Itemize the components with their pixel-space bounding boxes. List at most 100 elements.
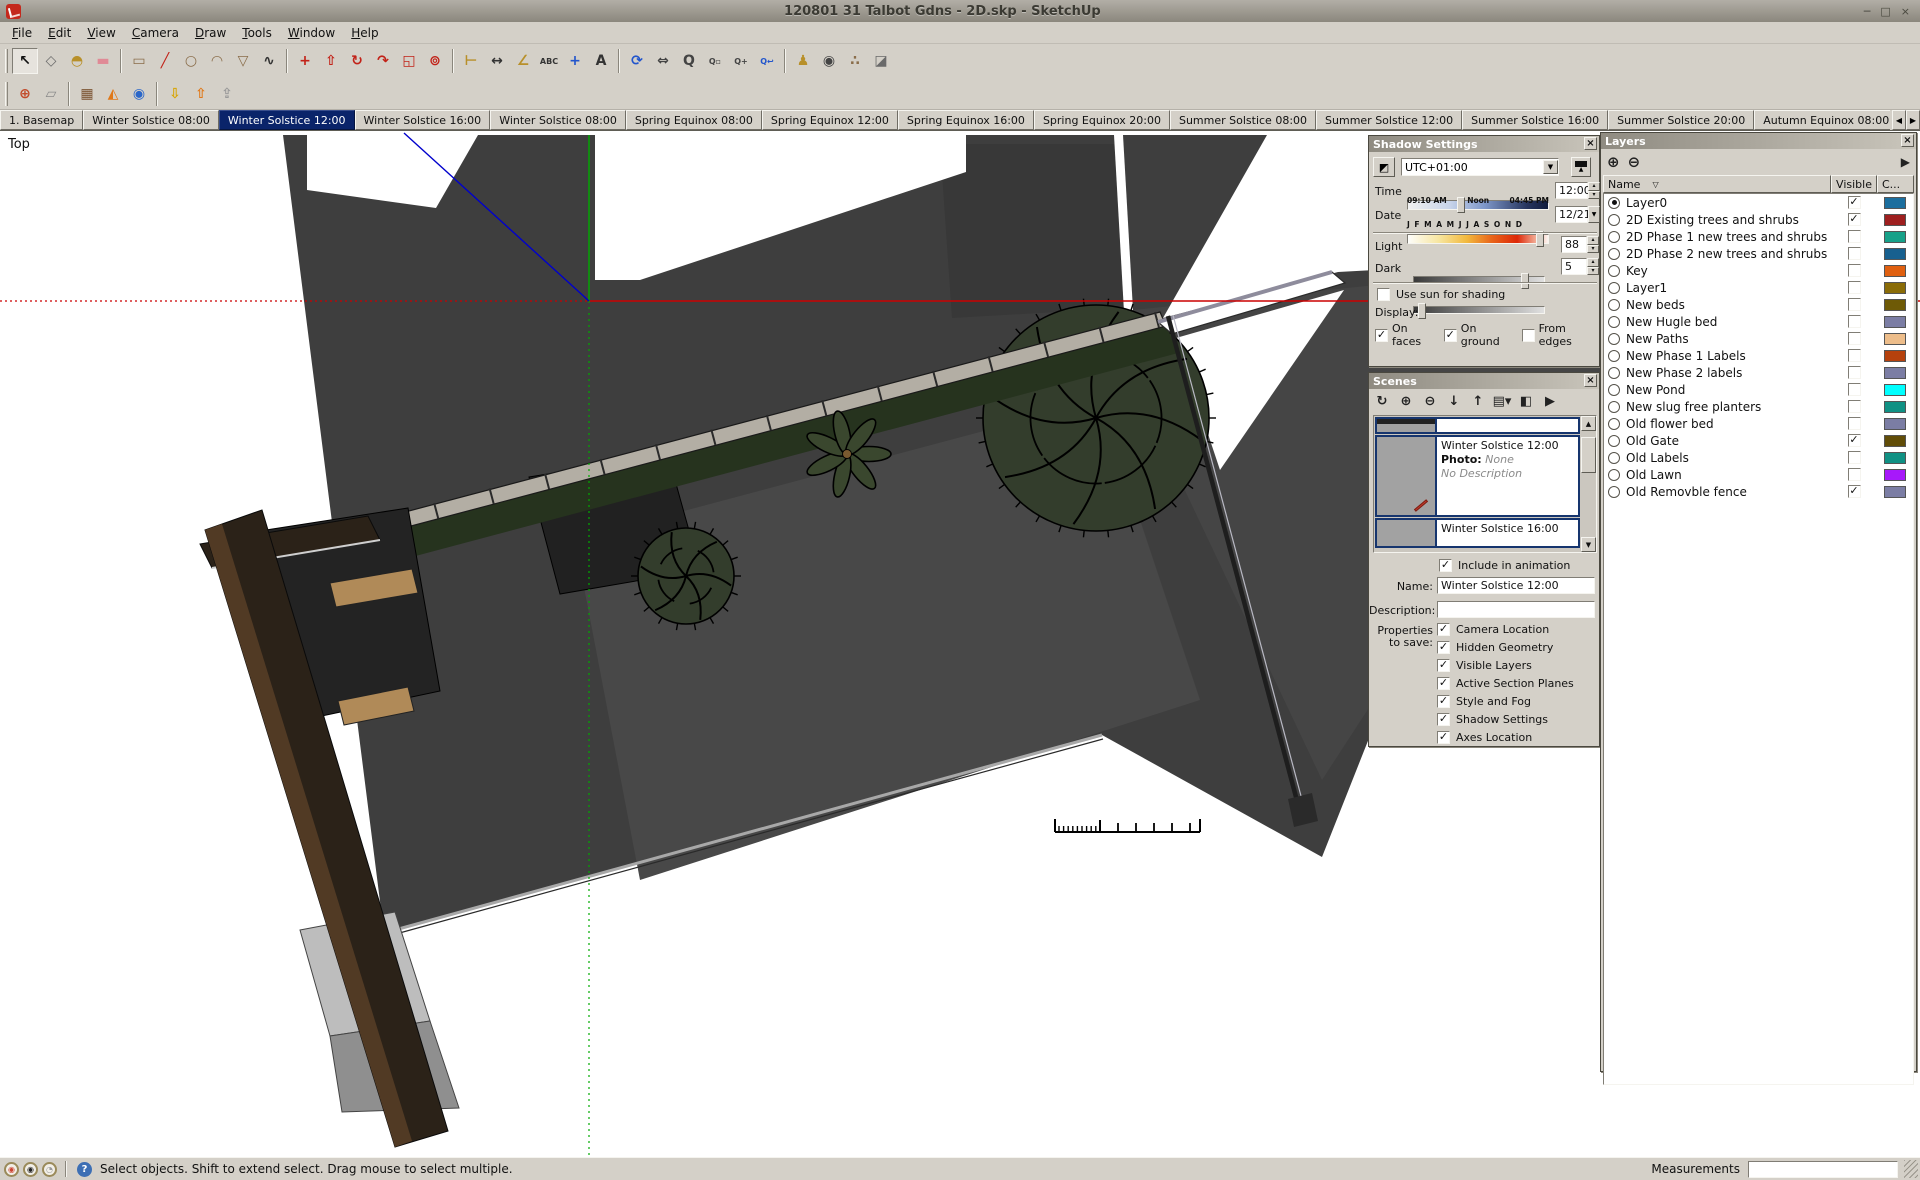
menu-item[interactable]: Draw <box>187 24 234 42</box>
layer-current-radio[interactable] <box>1608 435 1620 447</box>
north-arrow-icon[interactable]: ◉ <box>23 1162 38 1177</box>
layer-current-radio[interactable] <box>1608 367 1620 379</box>
close-icon[interactable]: × <box>1584 137 1597 150</box>
layer-visible-checkbox[interactable] <box>1848 434 1861 447</box>
scenes-titlebar[interactable]: Scenes × <box>1369 373 1599 389</box>
layer-row[interactable]: Old Labels <box>1604 449 1913 466</box>
toggle-details-button[interactable]: ▲ <box>1571 157 1591 177</box>
layer-visible-checkbox[interactable] <box>1848 468 1861 481</box>
layer-row[interactable]: New Phase 2 labels <box>1604 364 1913 381</box>
toolbar-grip[interactable] <box>5 82 8 106</box>
tool-icon-preview-model[interactable]: ◭ <box>100 81 126 107</box>
chevron-down-icon[interactable]: ▼ <box>1543 160 1558 174</box>
scene-tab[interactable]: Spring Equinox 12:00 <box>762 110 898 130</box>
tab-scroll-right-icon[interactable]: ▶ <box>1906 110 1920 130</box>
tool-icon-google-earth[interactable]: ◉ <box>126 81 152 107</box>
layer-row[interactable]: Old Gate <box>1604 432 1913 449</box>
layer-current-radio[interactable] <box>1608 214 1620 226</box>
scroll-down-icon[interactable]: ▼ <box>1581 537 1596 552</box>
layer-color-swatch[interactable] <box>1884 435 1906 447</box>
include-animation-checkbox[interactable] <box>1439 559 1452 572</box>
layer-row[interactable]: Old Removble fence <box>1604 483 1913 500</box>
dark-spinner[interactable]: ▴▾ <box>1587 258 1599 275</box>
scene-property-checkbox[interactable] <box>1437 623 1450 636</box>
scene-property-checkbox[interactable] <box>1437 695 1450 708</box>
minimize-button[interactable]: ─ <box>1864 5 1871 18</box>
layer-current-radio[interactable] <box>1608 282 1620 294</box>
layer-visible-checkbox[interactable] <box>1848 264 1861 277</box>
tool-icon-share-component[interactable]: ⇪ <box>214 81 240 107</box>
layer-color-swatch[interactable] <box>1884 333 1906 345</box>
layer-color-swatch[interactable] <box>1884 486 1906 498</box>
tool-icon-offset[interactable]: ⊚ <box>422 48 448 74</box>
layer-visible-checkbox[interactable] <box>1848 332 1861 345</box>
layer-row[interactable]: Old Lawn <box>1604 466 1913 483</box>
scroll-up-icon[interactable]: ▲ <box>1581 416 1596 431</box>
scene-list-item-selected[interactable]: Winter Solstice 12:00 Photo: None No Des… <box>1375 435 1580 517</box>
tool-icon-move[interactable]: + <box>292 48 318 74</box>
menu-item[interactable]: File <box>4 24 40 42</box>
layer-visible-checkbox[interactable] <box>1848 213 1861 226</box>
display-option-checkbox[interactable] <box>1375 329 1388 342</box>
layer-current-radio[interactable] <box>1608 299 1620 311</box>
tool-icon-rectangle[interactable]: ▭ <box>126 48 152 74</box>
layer-color-swatch[interactable] <box>1884 384 1906 396</box>
tool-icon-freehand[interactable]: ∿ <box>256 48 282 74</box>
layer-current-radio[interactable] <box>1608 418 1620 430</box>
scene-property-checkbox[interactable] <box>1437 641 1450 654</box>
tool-icon-circle[interactable]: ○ <box>178 48 204 74</box>
layer-row[interactable]: New Phase 1 Labels <box>1604 347 1913 364</box>
scenes-tool-icon[interactable]: ↻ <box>1373 392 1391 410</box>
menu-item[interactable]: Camera <box>124 24 187 42</box>
layer-visible-checkbox[interactable] <box>1848 315 1861 328</box>
scene-tab[interactable]: Winter Solstice 08:00 <box>83 110 219 130</box>
layers-titlebar[interactable]: Layers × <box>1601 133 1916 149</box>
tool-icon-eraser[interactable]: ▬ <box>90 48 116 74</box>
layer-current-radio[interactable] <box>1608 248 1620 260</box>
help-icon[interactable]: ? <box>77 1162 92 1177</box>
tool-icon-zoom-previous[interactable]: Q↩ <box>754 48 780 74</box>
time-value-input[interactable]: 12:00 <box>1555 182 1588 199</box>
layer-color-swatch[interactable] <box>1884 265 1906 277</box>
layers-tool-icon[interactable]: ⊕ <box>1607 153 1620 171</box>
scenes-tool-icon[interactable]: ◧ <box>1517 392 1535 410</box>
column-header-name[interactable]: Name▽ <box>1603 175 1831 193</box>
layer-color-swatch[interactable] <box>1884 469 1906 481</box>
close-button[interactable]: × <box>1901 5 1910 18</box>
layer-row[interactable]: New Paths <box>1604 330 1913 347</box>
layer-current-radio[interactable] <box>1608 265 1620 277</box>
layer-visible-checkbox[interactable] <box>1848 230 1861 243</box>
tool-icon-section-plane[interactable]: ◪ <box>868 48 894 74</box>
geolocation-icon[interactable]: ◉ <box>4 1162 19 1177</box>
tab-scroll-left-icon[interactable]: ◀ <box>1892 110 1906 130</box>
dark-slider-thumb[interactable] <box>1418 303 1426 319</box>
layer-current-radio[interactable] <box>1608 486 1620 498</box>
menu-item[interactable]: Edit <box>40 24 79 42</box>
tool-icon-tape-measure[interactable]: ⊢ <box>458 48 484 74</box>
scene-list-item[interactable]: Winter Solstice 16:00 <box>1375 518 1580 548</box>
menu-item[interactable]: Tools <box>234 24 280 42</box>
tool-icon-push-pull[interactable]: ⇧ <box>318 48 344 74</box>
layer-row[interactable]: New Hugle bed <box>1604 313 1913 330</box>
layer-current-radio[interactable] <box>1608 384 1620 396</box>
date-dropdown-icon[interactable]: ▼ <box>1588 206 1600 223</box>
tool-icon-make-component[interactable]: ◇ <box>38 48 64 74</box>
layers-tool-icon[interactable]: ⊖ <box>1628 153 1641 171</box>
date-slider[interactable] <box>1407 234 1549 244</box>
layer-row[interactable]: Layer1 <box>1604 279 1913 296</box>
tool-icon-look-around[interactable]: ◉ <box>816 48 842 74</box>
menu-item[interactable]: View <box>79 24 123 42</box>
layer-color-swatch[interactable] <box>1884 299 1906 311</box>
scene-tab[interactable]: Summer Solstice 08:00 <box>1170 110 1316 130</box>
layer-color-swatch[interactable] <box>1884 197 1906 209</box>
scene-tab[interactable]: Summer Solstice 16:00 <box>1462 110 1608 130</box>
layer-visible-checkbox[interactable] <box>1848 196 1861 209</box>
time-spinner[interactable]: ▴▾ <box>1588 182 1600 199</box>
measurements-input[interactable] <box>1748 1161 1898 1178</box>
layer-color-swatch[interactable] <box>1884 282 1906 294</box>
layer-visible-checkbox[interactable] <box>1848 349 1861 362</box>
scene-property-checkbox[interactable] <box>1437 731 1450 744</box>
scene-property-checkbox[interactable] <box>1437 659 1450 672</box>
scroll-thumb[interactable] <box>1581 437 1596 473</box>
scene-list-item-partial[interactable] <box>1375 417 1580 434</box>
